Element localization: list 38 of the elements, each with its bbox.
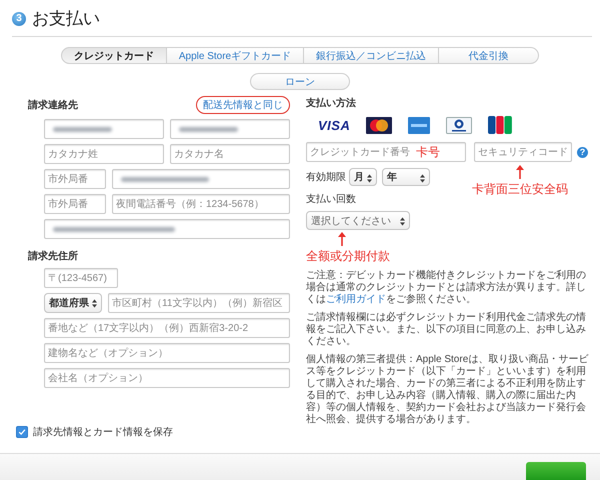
- payment-tab[interactable]: Apple Storeギフトカード: [166, 47, 304, 64]
- installments-select[interactable]: 選択してください: [306, 211, 410, 230]
- input-field[interactable]: 夜間電話番号（例：1234-5678）: [112, 194, 290, 214]
- section-heading: 請求先住所: [28, 250, 79, 263]
- prefecture-select[interactable]: 都道府県: [44, 293, 102, 313]
- notice-paragraph: ご注意：デビットカード機能付きクレジットカードをご利用の場合は通常のクレジットカードとは請求方法が異ります。詳しくはご利用ガイド をご参照ください。: [306, 270, 587, 306]
- payment-tab[interactable]: クレジットカード: [60, 47, 167, 64]
- checkbox-label: 請求先情報とカード情報を保存: [33, 426, 173, 439]
- input-field[interactable]: 市外局番: [44, 169, 106, 189]
- section-heading: 支払い方法: [306, 96, 356, 110]
- guide-link[interactable]: ご利用ガイド: [326, 294, 386, 305]
- expiry-label: 有効期限: [306, 170, 346, 184]
- page-title: お支払い: [32, 8, 100, 30]
- year-select[interactable]: 年: [382, 168, 430, 186]
- notice-paragraph: ご請求情報欄には必ずクレジットカード利用代金ご請求先の情報をご記入下さい。また、以下の項目に同意の上、お申し込みください。: [306, 312, 587, 348]
- visa-logo: VISA: [318, 118, 350, 132]
- payment-tab[interactable]: 銀行振込／コンビニ払込: [304, 47, 440, 64]
- section-heading: 請求連絡先: [28, 98, 78, 112]
- same-as-shipping-link[interactable]: 配送先情報と同じ: [196, 96, 290, 114]
- annotation-text: 卡背面三位安全码: [472, 181, 568, 198]
- input-field[interactable]: 〒(123-4567): [44, 268, 118, 288]
- loan-button[interactable]: ローン: [250, 73, 350, 90]
- security-code-field[interactable]: セキュリティコード: [474, 142, 572, 162]
- input-field[interactable]: 会社名（オプション）: [44, 368, 290, 388]
- annotation-text: 卡号: [416, 145, 440, 159]
- input-field[interactable]: 番地など（17文字以内）（例）西新宿3-20-2: [44, 318, 290, 338]
- month-select[interactable]: 月: [349, 168, 377, 186]
- help-icon[interactable]: ?: [577, 146, 588, 158]
- notice-paragraph: 個人情報の第三者提供：Apple Storeは、取り扱い商品・サービス等をクレジットカード（以下「カード」といいます）を利用して購入された場合、カードの第三者による不正利用を防止する目的で、お申し込み内容（購入情報、購入の際に届出た内容）等の個人情報を、契約カード会社および当該カード発行会社へ照会、提供する場合があります。: [306, 354, 590, 426]
- input-field[interactable]: 市外局番: [44, 194, 106, 214]
- input-field[interactable]: カタカナ姓: [44, 144, 164, 164]
- installments-label: 支払い回数: [306, 192, 356, 206]
- payment-tab[interactable]: 代金引換: [439, 47, 540, 64]
- input-field[interactable]: カタカナ名: [170, 144, 290, 164]
- input-field[interactable]: 市区町村（11文字以内）（例）新宿区: [108, 293, 290, 313]
- input-field[interactable]: 建物名など（オプション）: [44, 343, 290, 363]
- annotation-text: 全额或分期付款: [306, 248, 390, 265]
- step-badge: 3: [12, 12, 26, 26]
